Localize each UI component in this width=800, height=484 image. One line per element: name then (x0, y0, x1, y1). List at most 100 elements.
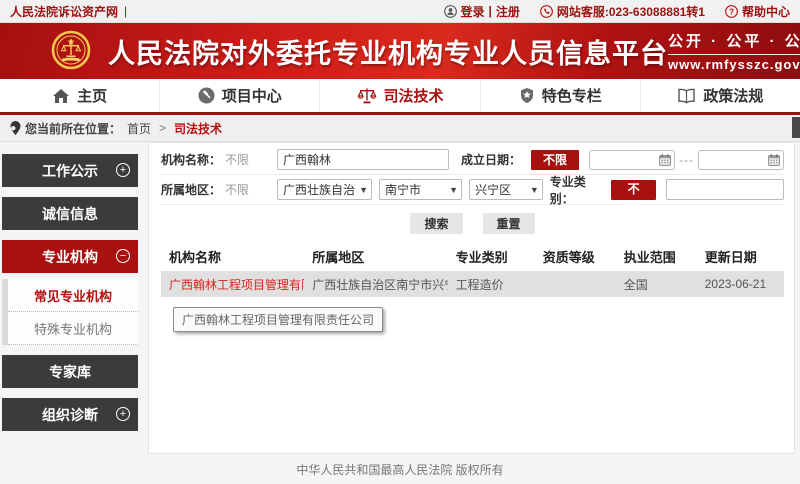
calendar-icon (768, 154, 780, 166)
scrollbar-thumb[interactable] (792, 117, 800, 138)
copyright-text: 中华人民共和国最高人民法院 版权所有 (296, 461, 503, 478)
category-input[interactable] (666, 179, 784, 200)
gavel-icon (198, 87, 215, 104)
district-select-value: 兴宁区 (475, 181, 527, 198)
sidebar-menu: 工作公示 + 诚信信息 专业机构 − 常见专业机构 特殊专业机构 专家库 组织诊… (0, 142, 142, 441)
reset-button[interactable]: 重置 (483, 213, 535, 234)
form-actions: 搜索 重置 (161, 205, 784, 241)
nav-item-featured-column[interactable]: 特色专栏 (481, 79, 641, 112)
org-name-input[interactable] (277, 149, 449, 170)
city-select[interactable]: 南宁市 ▼ (379, 179, 462, 200)
city-select-value: 南宁市 (385, 181, 446, 198)
submenu-item-common-orgs[interactable]: 常见专业机构 (8, 279, 138, 312)
grade-cell (535, 271, 616, 297)
sidebar-item-label: 组织诊断 (42, 405, 98, 425)
sidebar-item-label: 专业机构 (42, 247, 98, 267)
category-cell: 工程造价 (448, 271, 535, 297)
breadcrumb-prefix: 您当前所在位置： (25, 120, 121, 137)
founding-date-label: 成立日期： (461, 151, 521, 168)
column-header-category: 专业类别 (448, 241, 535, 271)
service-phone-link[interactable]: 网站客服:023-63088881转1 (557, 3, 705, 20)
sidebar-item-work-publicity[interactable]: 工作公示 + (2, 154, 138, 187)
date-end-input[interactable] (698, 150, 784, 170)
scope-cell: 全国 (616, 271, 697, 297)
chevron-down-icon: ▼ (530, 185, 539, 195)
phone-icon (540, 5, 553, 18)
breadcrumb: 您当前所在位置： 首页 > 司法技术 (0, 115, 800, 142)
top-utility-bar: 人民法院诉讼资产网 | 登录 | 注册 网站客服:023-63088881转1 … (0, 0, 800, 23)
form-row-region: 所属地区： 不限 广西壮族自治区 ▼ 南宁市 ▼ 兴宁区 ▼ 专业类别： 不限 (161, 175, 784, 205)
topbar-divider: | (124, 4, 127, 18)
slogan-text: 公开 · 公平 · 公正 (668, 30, 800, 51)
nav-item-home[interactable]: 主页 (0, 79, 160, 112)
calendar-icon (659, 154, 671, 166)
collapse-minus-icon: − (116, 249, 130, 263)
expand-plus-icon: + (116, 407, 130, 421)
nav-item-judicial-tech[interactable]: 司法技术 (320, 79, 480, 112)
home-icon (52, 88, 70, 104)
org-name-unlimited-option[interactable]: 不限 (225, 151, 277, 168)
district-select[interactable]: 兴宁区 ▼ (469, 179, 543, 200)
content-area: 工作公示 + 诚信信息 专业机构 − 常见专业机构 特殊专业机构 专家库 组织诊… (0, 142, 800, 454)
help-center-link[interactable]: 帮助中心 (742, 3, 790, 20)
org-name-link[interactable]: 广西翰林工程项目管理有限责任... (169, 278, 304, 292)
help-icon: ? (725, 5, 738, 18)
site-banner: 人民法院对外委托专业机构专业人员信息平台 公开 · 公平 · 公正 www.rm… (0, 23, 800, 79)
sidebar-item-org-diagnosis[interactable]: 组织诊断 + (2, 398, 138, 431)
book-icon (677, 88, 696, 104)
site-name-link[interactable]: 人民法院诉讼资产网 (10, 3, 118, 20)
nav-label: 特色专栏 (542, 85, 602, 106)
province-select[interactable]: 广西壮族自治区 ▼ (277, 179, 372, 200)
sidebar-item-professional-orgs[interactable]: 专业机构 − (2, 240, 138, 273)
nav-label: 政策法规 (703, 85, 763, 106)
nav-label: 主页 (77, 85, 107, 106)
date-range-separator: --- (679, 153, 694, 167)
sidebar-item-expert-library[interactable]: 专家库 (2, 355, 138, 388)
sidebar-submenu: 常见专业机构 特殊专业机构 (2, 279, 138, 345)
org-name-tooltip: 广西翰林工程项目管理有限责任公司 (173, 307, 383, 332)
court-emblem-logo (48, 28, 94, 74)
chevron-down-icon: ▼ (449, 185, 458, 195)
breadcrumb-current: 司法技术 (174, 120, 222, 137)
expand-plus-icon: + (116, 163, 130, 177)
table-row: 广西翰林工程项目管理有限责任... 广西壮族自治区南宁市兴宁区 工程造价 全国 … (161, 271, 784, 297)
register-link[interactable]: 注册 (496, 3, 520, 20)
page-footer: 中华人民共和国最高人民法院 版权所有 (0, 454, 800, 484)
svg-text:?: ? (729, 6, 734, 16)
slogan-divider (668, 54, 800, 55)
location-pin-icon (10, 121, 21, 135)
category-unlimited-button[interactable]: 不限 (611, 180, 656, 200)
table-header-row: 机构名称 所属地区 专业类别 资质等级 执业范围 更新日期 (161, 241, 784, 271)
badge-icon (519, 87, 535, 104)
date-unlimited-button[interactable]: 不限 (531, 150, 579, 170)
category-label: 专业类别： (550, 173, 602, 207)
login-link[interactable]: 登录 (461, 3, 485, 20)
submenu-item-special-orgs[interactable]: 特殊专业机构 (8, 312, 138, 345)
search-button[interactable]: 搜索 (410, 213, 462, 234)
nav-item-policy[interactable]: 政策法规 (641, 79, 800, 112)
province-select-value: 广西壮族自治区 (283, 181, 356, 198)
login-register-divider: | (489, 4, 492, 18)
column-header-grade: 资质等级 (535, 241, 616, 271)
sidebar-item-label: 诚信信息 (42, 204, 98, 224)
banner-slogan-block: 公开 · 公平 · 公正 www.rmfysszc.gov.cn (668, 30, 800, 72)
user-icon (444, 5, 457, 18)
nav-item-project-center[interactable]: 项目中心 (160, 79, 320, 112)
breadcrumb-separator: > (159, 121, 166, 135)
date-start-input[interactable] (589, 150, 675, 170)
form-row-org-name: 机构名称： 不限 成立日期： 不限 --- (161, 145, 784, 175)
sidebar-item-integrity-info[interactable]: 诚信信息 (2, 197, 138, 230)
main-nav: 主页 项目中心 司法技术 特色专栏 政策法规 (0, 79, 800, 115)
nav-label: 司法技术 (384, 85, 444, 106)
search-results-panel: 机构名称： 不限 成立日期： 不限 --- 所属地区： 不限 广西壮族自治区 ▼… (148, 142, 795, 454)
breadcrumb-home-link[interactable]: 首页 (127, 120, 151, 137)
region-label: 所属地区： (161, 181, 225, 198)
sidebar-item-label: 工作公示 (42, 161, 98, 181)
region-unlimited-option[interactable]: 不限 (225, 181, 277, 198)
results-table: 机构名称 所属地区 专业类别 资质等级 执业范围 更新日期 广西翰林工程项目管理… (161, 241, 784, 297)
site-url: www.rmfysszc.gov.cn (668, 57, 800, 72)
org-name-cell: 广西翰林工程项目管理有限责任... (161, 271, 304, 297)
nav-label: 项目中心 (222, 85, 282, 106)
column-header-region: 所属地区 (304, 241, 447, 271)
updated-cell: 2023-06-21 (697, 271, 784, 297)
